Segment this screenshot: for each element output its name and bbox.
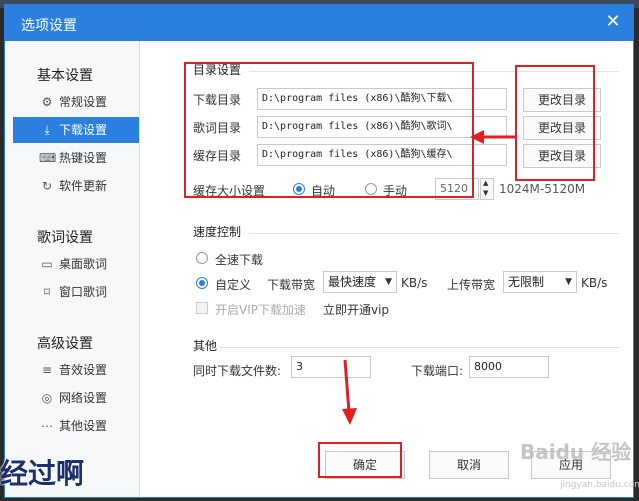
baidu-watermark: Baidu 经验 bbox=[520, 440, 632, 464]
annotation-arrows bbox=[342, 130, 515, 425]
watermark-url: jingyan.baidu.com bbox=[560, 480, 639, 490]
overlay-caption: 经过啊 bbox=[0, 457, 85, 490]
arrow-left-icon bbox=[470, 130, 515, 144]
arrow-down-icon bbox=[342, 359, 357, 425]
